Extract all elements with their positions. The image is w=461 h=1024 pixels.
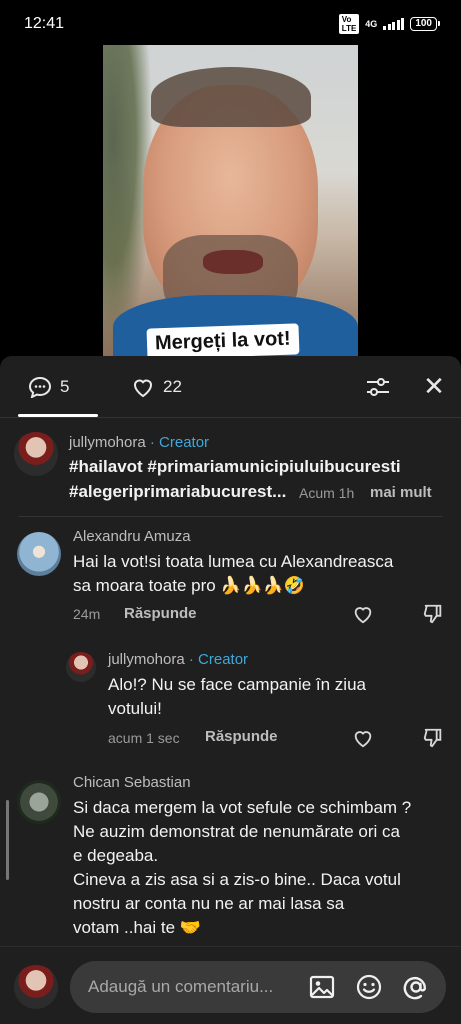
tabs-divider [0, 417, 461, 418]
comment-text: Hai la vot!si toata lumea cu Alexandreas… [73, 552, 394, 595]
more-button[interactable]: mai mult [370, 484, 432, 501]
heart-icon [133, 379, 153, 398]
creator-badge: · Creator [188, 651, 249, 668]
volte-icon: Vo LTE [338, 14, 360, 34]
dislike-icon[interactable] [422, 603, 444, 625]
comment-username[interactable]: jullymohora · Creator [69, 434, 209, 451]
comment-time: acum 1 sec [108, 730, 180, 746]
avatar[interactable] [66, 652, 96, 682]
tab-comments[interactable]: 5 [28, 376, 69, 398]
comment-input[interactable] [88, 973, 288, 1001]
comment-username[interactable]: Alexandru Amuza [73, 528, 191, 545]
comment-username[interactable]: Chican Sebastian [73, 774, 191, 791]
avatar[interactable] [17, 532, 61, 576]
comment-text: #hailavot #primariamunicipiuluibucuresti [69, 457, 401, 476]
comment-text-truncated: #alegeriprimariabucurest... [69, 482, 287, 501]
sliders-icon[interactable] [366, 376, 390, 398]
comment-username[interactable]: jullymohora · Creator [108, 651, 248, 668]
comment-input-box[interactable] [70, 961, 446, 1013]
dislike-icon[interactable] [422, 727, 444, 749]
network-label: 4G [365, 18, 378, 29]
video-preview[interactable]: Mergeți la vot! [103, 45, 358, 361]
scrollbar[interactable] [6, 800, 9, 880]
heart-icon[interactable] [352, 727, 374, 749]
avatar[interactable] [14, 965, 58, 1009]
comment-icon [28, 376, 52, 398]
comments-count: 5 [60, 377, 70, 396]
status-icons: Vo LTE 4G 100 [338, 14, 440, 34]
reply-button[interactable]: Răspunde [124, 605, 197, 622]
panel-tabs: 5 22 ✕ [0, 356, 461, 418]
comment-text: Si daca mergem la vot sefule ce schimbam… [73, 798, 412, 937]
battery-icon: 100 [410, 17, 440, 31]
emoji-icon[interactable] [355, 973, 383, 1001]
comment-time: Acum 1h [299, 485, 355, 501]
comment-text: Alo!? Nu se face campanie în ziua votulu… [108, 675, 366, 718]
likes-count: 22 [163, 377, 182, 396]
signal-icon [383, 18, 405, 30]
creator-badge: · Creator [149, 434, 210, 451]
image-icon[interactable] [308, 973, 336, 1001]
close-icon[interactable]: ✕ [422, 373, 446, 399]
comment-divider [18, 516, 443, 517]
comment-composer [0, 946, 461, 1024]
reply-button[interactable]: Răspunde [205, 728, 278, 745]
video-caption: Mergeți la vot! [146, 323, 300, 360]
avatar[interactable] [14, 432, 58, 476]
avatar[interactable] [17, 780, 61, 824]
comment-time: 24m [73, 606, 101, 622]
at-icon[interactable] [402, 973, 430, 1001]
status-time: 12:41 [24, 15, 65, 32]
status-bar: 12:41 Vo LTE 4G 100 [0, 0, 461, 48]
heart-icon[interactable] [352, 603, 374, 625]
tab-likes[interactable]: 22 [131, 376, 182, 398]
